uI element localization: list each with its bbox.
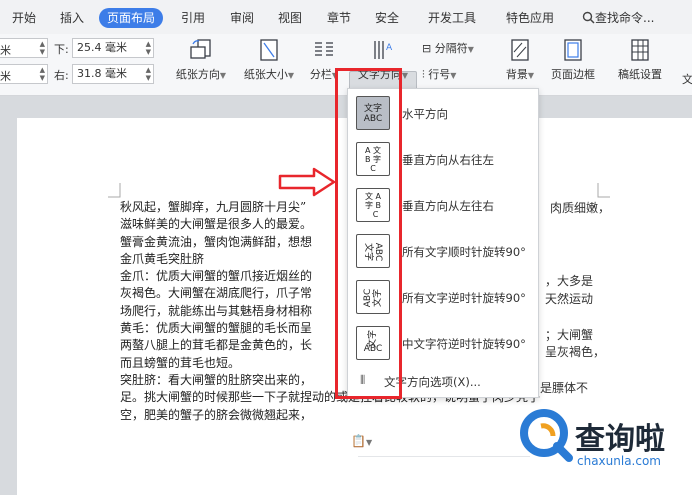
doc-fragment: 天然运动: [545, 292, 594, 306]
doc-fragment: ，大多是: [545, 274, 594, 288]
brand-url: chaxunla.com: [577, 454, 661, 468]
menu-item-label: 中文字符逆时针旋转90°: [402, 337, 526, 351]
brand-watermark: 查询啦 chaxunla.com: [515, 400, 685, 480]
menu-item-label: 所有文字顺时针旋转90°: [402, 245, 526, 259]
doc-fragment: ；大闸蟹: [545, 328, 594, 342]
paste-options-icon[interactable]: 📋▼: [351, 434, 372, 448]
doc-fragment: 呈灰褐色，: [545, 345, 606, 359]
brand-name: 查询啦: [575, 422, 665, 457]
brand-logo-icon: [520, 409, 573, 462]
doc-fragment: 肉质细嫩，: [550, 201, 611, 215]
menu-item-label: 所有文字逆时针旋转90°: [402, 291, 526, 305]
doc-fragment: 是膘体不: [540, 381, 589, 395]
menu-item-label: 垂直方向从左往右: [402, 199, 494, 213]
annotation-arrow-icon: [278, 167, 336, 197]
menu-separator: [358, 456, 530, 457]
menu-item-label: 水平方向: [402, 107, 448, 121]
annotation-highlight-box: [335, 68, 402, 399]
menu-item-label: 垂直方向从右往左: [402, 153, 494, 167]
